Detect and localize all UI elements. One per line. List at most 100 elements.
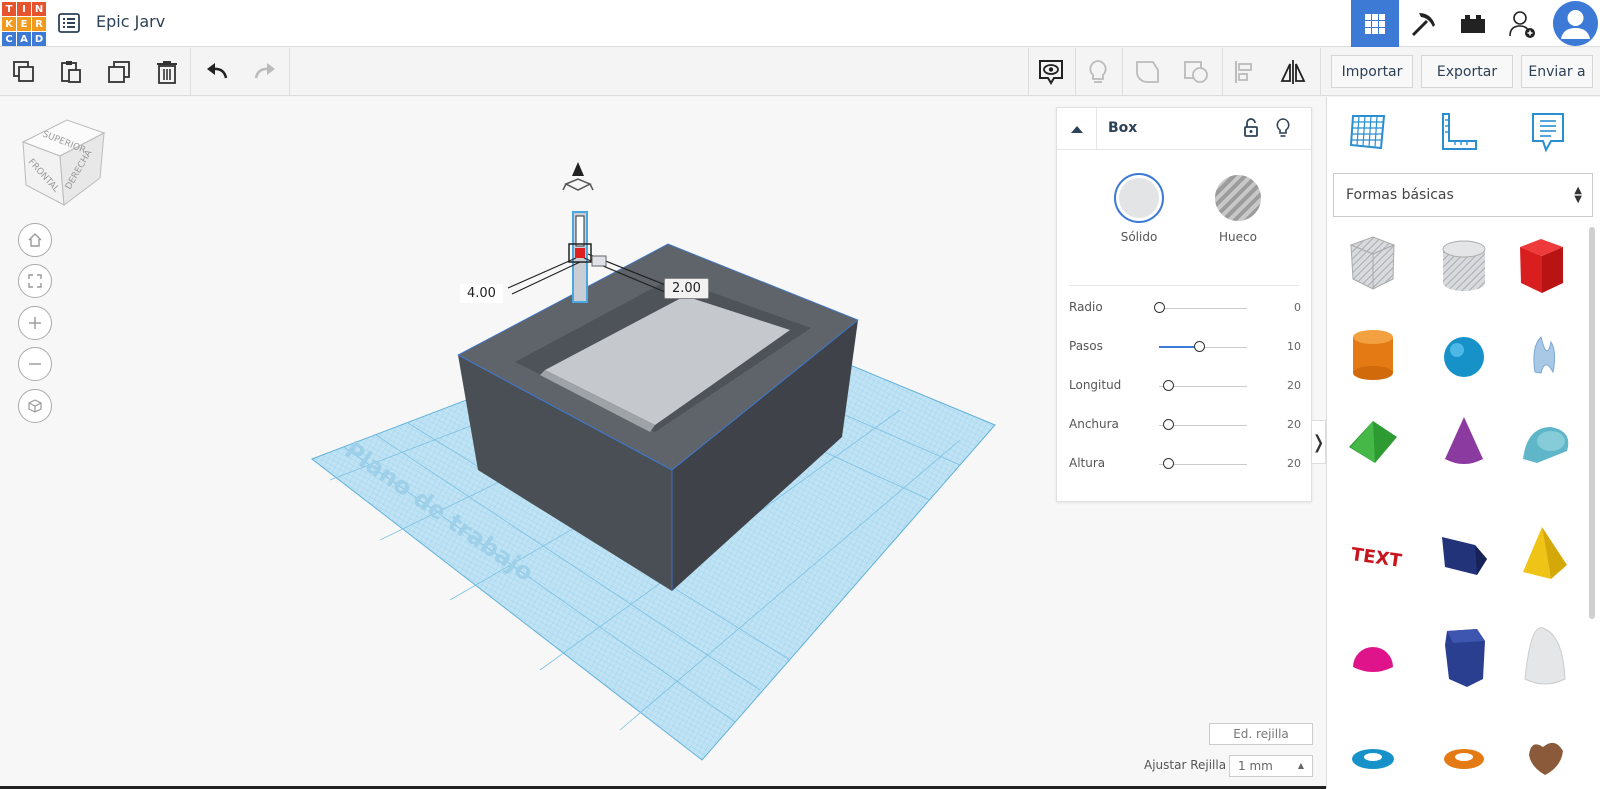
shape-half-sphere[interactable] bbox=[1353, 647, 1393, 672]
add-user-button[interactable] bbox=[1498, 0, 1546, 47]
3d-design-view-button[interactable] bbox=[1351, 0, 1399, 47]
panel-toggle-button[interactable]: ❭ bbox=[1311, 420, 1326, 464]
copy-button[interactable] bbox=[8, 56, 40, 88]
property-slider[interactable] bbox=[1159, 419, 1247, 430]
shape-heart[interactable] bbox=[1529, 742, 1563, 775]
shape-category-select[interactable]: Formas básicas ▲ ▼ bbox=[1333, 173, 1593, 217]
toolbar-separator bbox=[1075, 48, 1076, 95]
send-to-button[interactable]: Enviar a bbox=[1521, 55, 1593, 88]
shape-paraboloid[interactable] bbox=[1524, 627, 1566, 685]
shape-cylinder-hole[interactable] bbox=[1442, 240, 1486, 291]
property-slider-knob[interactable] bbox=[1163, 458, 1174, 469]
add-user-icon bbox=[1509, 10, 1535, 38]
property-value[interactable]: 20 bbox=[1287, 418, 1301, 431]
design-title[interactable]: Epic Jarv bbox=[96, 12, 165, 31]
fit-view-button[interactable] bbox=[18, 264, 52, 298]
property-value[interactable]: 20 bbox=[1287, 379, 1301, 392]
property-value[interactable]: 0 bbox=[1294, 301, 1301, 314]
shape-round-roof[interactable] bbox=[1523, 427, 1569, 463]
tinkercad-logo[interactable]: TIN KER CAD bbox=[2, 2, 46, 46]
shape-name[interactable]: Box bbox=[1108, 120, 1137, 136]
hole-label: Hueco bbox=[1219, 230, 1257, 244]
notes-tab[interactable] bbox=[1525, 109, 1571, 155]
shape-text[interactable]: TEXT bbox=[1350, 544, 1404, 572]
snap-grid-select[interactable]: 1 mm ▲ bbox=[1229, 755, 1313, 777]
mirror-button[interactable] bbox=[1277, 56, 1309, 88]
logo-letter: E bbox=[17, 17, 31, 31]
zoom-in-button[interactable] bbox=[18, 306, 52, 340]
unlock-icon[interactable] bbox=[1243, 118, 1259, 142]
dimension-length-label[interactable]: 4.00 bbox=[460, 284, 503, 303]
property-slider[interactable] bbox=[1154, 302, 1247, 313]
property-slider[interactable] bbox=[1159, 458, 1247, 469]
lightbulb-icon[interactable] bbox=[1275, 117, 1291, 143]
zoom-out-button[interactable] bbox=[18, 347, 52, 381]
shape-pyramid[interactable] bbox=[1523, 527, 1567, 579]
import-button[interactable]: Importar bbox=[1331, 55, 1413, 88]
home-icon bbox=[28, 233, 42, 247]
bricks-view-button[interactable] bbox=[1449, 0, 1497, 47]
property-row-anchura: Anchura 20 bbox=[1069, 415, 1301, 435]
edit-grid-button[interactable]: Ed. rejilla bbox=[1209, 723, 1313, 745]
undo-button[interactable] bbox=[201, 56, 233, 88]
height-arrow-icon[interactable] bbox=[562, 162, 594, 191]
dimension-width-label[interactable]: 2.00 bbox=[664, 278, 709, 299]
shapes-library: Formas básicas ▲ ▼ TEXT bbox=[1326, 97, 1600, 789]
align-button[interactable] bbox=[1229, 56, 1261, 88]
property-value[interactable]: 10 bbox=[1287, 340, 1301, 353]
view-cube[interactable]: SUPERIOR FRONTAL DERECHA bbox=[21, 119, 106, 206]
export-button[interactable]: Exportar bbox=[1421, 55, 1513, 88]
shape-cylinder[interactable] bbox=[1353, 330, 1393, 380]
fit-icon bbox=[28, 274, 42, 288]
svg-text:TEXT: TEXT bbox=[1350, 544, 1404, 572]
property-slider-knob[interactable] bbox=[1163, 419, 1174, 430]
perspective-button[interactable] bbox=[18, 389, 52, 423]
shape-scribble[interactable] bbox=[1533, 336, 1556, 374]
property-value[interactable]: 20 bbox=[1287, 457, 1301, 470]
redo-icon bbox=[254, 63, 275, 79]
shape-roof[interactable] bbox=[1349, 421, 1397, 463]
show-notes-button[interactable] bbox=[1035, 56, 1067, 88]
shape-box-hole[interactable] bbox=[1349, 236, 1396, 290]
toolbar-separator bbox=[1222, 48, 1223, 95]
shape-box[interactable] bbox=[1520, 239, 1563, 293]
property-label: Altura bbox=[1069, 456, 1106, 470]
duplicate-button[interactable] bbox=[103, 56, 135, 88]
group-icon bbox=[1136, 61, 1159, 83]
property-slider-knob[interactable] bbox=[1154, 302, 1165, 313]
light-button[interactable] bbox=[1082, 56, 1114, 88]
workplane-tab[interactable] bbox=[1345, 109, 1391, 155]
shape-wedge[interactable] bbox=[1442, 537, 1487, 575]
caret-up-icon: ▲ bbox=[1297, 761, 1304, 770]
grid-icon bbox=[1365, 13, 1385, 34]
design-menu-icon[interactable] bbox=[57, 11, 81, 35]
ungroup-button[interactable] bbox=[1180, 56, 1212, 88]
property-slider-knob[interactable] bbox=[1163, 380, 1174, 391]
property-row-pasos: Pasos 10 bbox=[1069, 337, 1301, 357]
shape-cone[interactable] bbox=[1445, 417, 1483, 464]
ruler-tab[interactable] bbox=[1435, 109, 1481, 155]
shape-sphere[interactable] bbox=[1444, 337, 1484, 377]
property-slider-knob[interactable] bbox=[1194, 341, 1205, 352]
shape-tube[interactable] bbox=[1444, 749, 1484, 769]
property-row-longitud: Longitud 20 bbox=[1069, 376, 1301, 396]
group-button[interactable] bbox=[1131, 56, 1163, 88]
property-slider[interactable] bbox=[1159, 380, 1247, 391]
solid-material-button[interactable] bbox=[1114, 173, 1164, 223]
workplane-grid-icon bbox=[1349, 115, 1386, 150]
property-row-altura: Altura 20 bbox=[1069, 454, 1301, 474]
property-slider[interactable] bbox=[1159, 341, 1247, 352]
inspector-collapse-button[interactable] bbox=[1057, 108, 1097, 150]
chevron-right-icon: ❭ bbox=[1310, 431, 1327, 453]
shape-polygon[interactable] bbox=[1445, 629, 1485, 687]
shape-torus[interactable] bbox=[1352, 749, 1394, 769]
home-view-button[interactable] bbox=[18, 223, 52, 257]
library-scrollbar[interactable] bbox=[1589, 227, 1595, 619]
hole-material-button[interactable] bbox=[1213, 173, 1263, 223]
delete-button[interactable] bbox=[151, 56, 183, 88]
redo-button[interactable] bbox=[249, 56, 281, 88]
user-avatar[interactable] bbox=[1553, 1, 1598, 46]
toolbar-separator bbox=[190, 48, 191, 95]
paste-button[interactable] bbox=[55, 56, 87, 88]
blocks-view-button[interactable] bbox=[1400, 0, 1448, 47]
